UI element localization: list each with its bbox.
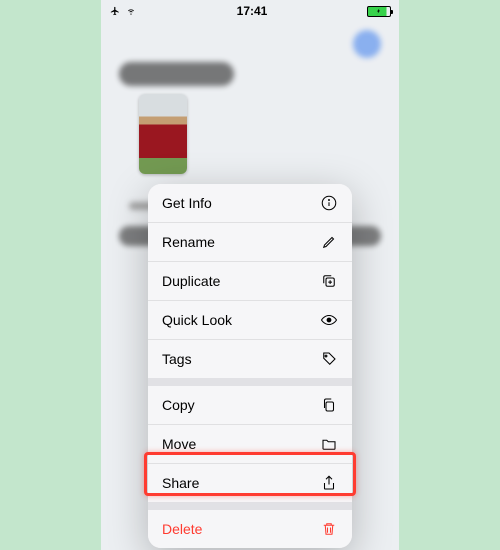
status-bar: 17:41 <box>101 0 399 20</box>
status-right <box>367 6 391 17</box>
header-action-button[interactable] <box>353 30 381 58</box>
battery-icon <box>367 6 391 17</box>
duplicate-icon <box>320 272 338 290</box>
menu-item-tags[interactable]: Tags <box>148 340 352 378</box>
menu-item-share[interactable]: Share <box>148 464 352 502</box>
eye-icon <box>320 311 338 329</box>
menu-item-duplicate[interactable]: Duplicate <box>148 262 352 300</box>
menu-label: Quick Look <box>162 312 232 328</box>
file-thumbnail[interactable] <box>139 94 187 174</box>
wifi-icon <box>125 6 137 16</box>
menu-item-quick-look[interactable]: Quick Look <box>148 301 352 339</box>
menu-label: Duplicate <box>162 273 220 289</box>
share-icon <box>320 474 338 492</box>
folder-icon <box>320 435 338 453</box>
info-icon <box>320 194 338 212</box>
menu-item-move[interactable]: Move <box>148 425 352 463</box>
status-left <box>109 6 137 16</box>
page-title <box>119 62 234 86</box>
menu-item-delete[interactable]: Delete <box>148 510 352 548</box>
context-menu: Get Info Rename Duplicate Quick Look <box>148 184 352 548</box>
menu-label: Copy <box>162 397 195 413</box>
pencil-icon <box>320 233 338 251</box>
menu-item-get-info[interactable]: Get Info <box>148 184 352 222</box>
menu-label: Rename <box>162 234 215 250</box>
trash-icon <box>320 520 338 538</box>
menu-label: Share <box>162 475 199 491</box>
menu-item-rename[interactable]: Rename <box>148 223 352 261</box>
menu-label: Move <box>162 436 196 452</box>
airplane-icon <box>109 6 121 16</box>
menu-label: Delete <box>162 521 202 537</box>
menu-section-gap <box>148 378 352 386</box>
menu-label: Tags <box>162 351 192 367</box>
tag-icon <box>320 350 338 368</box>
menu-item-copy[interactable]: Copy <box>148 386 352 424</box>
status-time: 17:41 <box>237 4 268 18</box>
phone-screen: 17:41 Get Info Rename Dupli <box>101 0 399 550</box>
menu-section-gap <box>148 502 352 510</box>
menu-label: Get Info <box>162 195 212 211</box>
copy-icon <box>320 396 338 414</box>
